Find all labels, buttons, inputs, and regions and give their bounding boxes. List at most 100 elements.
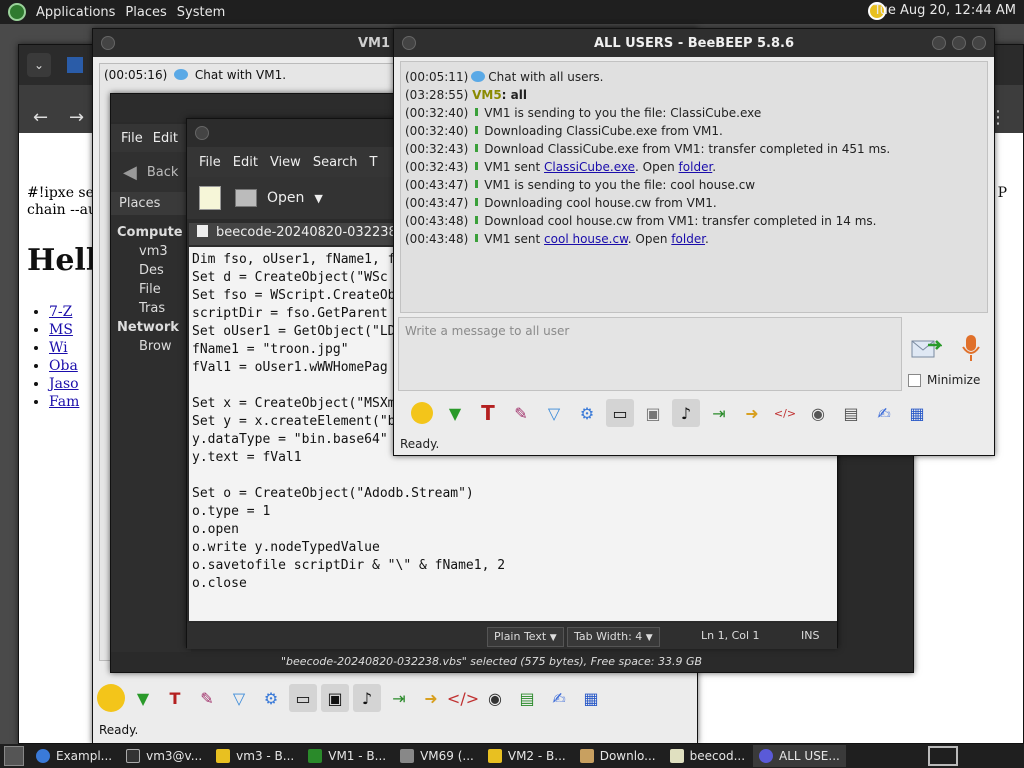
taskbar-item[interactable]: beecod...: [664, 745, 751, 767]
beebeep-titlebar[interactable]: ALL USERS - BeeBEEP 5.8.6: [394, 29, 994, 57]
chat-text: Chat with VM1.: [194, 68, 287, 82]
sidebar-item-filesystem[interactable]: File: [111, 280, 191, 299]
taskbar-item[interactable]: VM69 (...: [394, 745, 480, 767]
workspace-switcher-icon[interactable]: [928, 746, 958, 766]
back-arrow-icon[interactable]: ◀: [123, 162, 137, 183]
page-link[interactable]: Wi: [49, 340, 68, 356]
tab-width-label: Tab Width: 4: [574, 630, 643, 643]
inbox-icon[interactable]: ▭: [606, 399, 634, 427]
taskbar-item-active[interactable]: ALL USE...: [753, 745, 846, 767]
file-link[interactable]: ClassiCube.exe: [544, 160, 635, 174]
user-name[interactable]: VM5: [472, 88, 502, 102]
log-text: .: [712, 160, 717, 174]
menu-view[interactable]: View: [270, 155, 301, 170]
window-menu-icon[interactable]: [402, 36, 416, 50]
filter-icon[interactable]: ▽: [225, 684, 253, 712]
sidebar-item-trash[interactable]: Tras: [111, 299, 191, 318]
back-button-label[interactable]: Back: [147, 165, 179, 180]
sidebar-item-browse-network[interactable]: Brow: [111, 337, 191, 356]
message-input[interactable]: Write a message to all user: [398, 317, 902, 391]
taskbar-item[interactable]: Exampl...: [30, 745, 118, 767]
sidebar-item-desktop[interactable]: Des: [111, 261, 191, 280]
page-link[interactable]: Oba: [49, 358, 78, 374]
music-note-icon[interactable]: ♪: [353, 684, 381, 712]
notes-icon[interactable]: ✍: [545, 684, 573, 712]
checkbox-box[interactable]: [908, 373, 921, 387]
menu-tools[interactable]: T: [369, 155, 377, 170]
clock[interactable]: Tue Aug 20, 12:44 AM: [874, 3, 1016, 18]
forward-arrow-icon[interactable]: →: [69, 107, 84, 128]
show-desktop-icon[interactable]: [4, 746, 24, 766]
emoticon-icon[interactable]: [97, 684, 125, 712]
menu-search[interactable]: Search: [313, 155, 358, 170]
new-document-icon[interactable]: [199, 186, 221, 210]
screenshot-icon[interactable]: ▤: [513, 684, 541, 712]
window-menu-icon[interactable]: [101, 36, 115, 50]
save-icon[interactable]: ▦: [577, 684, 605, 712]
page-link[interactable]: 7-Z: [49, 304, 72, 320]
menu-applications[interactable]: Applications: [36, 5, 115, 20]
chevron-down-icon[interactable]: ▼: [314, 192, 322, 205]
menu-edit[interactable]: Edit: [153, 131, 178, 146]
taskbar-item[interactable]: VM2 - B...: [482, 745, 572, 767]
taskbar-item[interactable]: VM1 - B...: [302, 745, 392, 767]
folder-link[interactable]: folder: [679, 160, 713, 174]
record-icon[interactable]: ◉: [804, 399, 832, 427]
window-menu-icon[interactable]: [195, 126, 209, 140]
distro-logo-icon[interactable]: [8, 3, 26, 21]
image-icon[interactable]: ▣: [639, 399, 667, 427]
screenshot-icon[interactable]: ▤: [837, 399, 865, 427]
menu-edit[interactable]: Edit: [233, 155, 258, 170]
folder-link[interactable]: folder: [671, 232, 705, 246]
page-link[interactable]: Jaso: [49, 376, 79, 392]
font-icon[interactable]: T: [474, 399, 502, 427]
notes-icon[interactable]: ✍: [870, 399, 898, 427]
settings-gear-icon[interactable]: ⚙: [257, 684, 285, 712]
html-icon[interactable]: </>: [771, 399, 799, 427]
sidebar-item-home[interactable]: vm3: [111, 242, 191, 261]
log-text: . Open: [635, 160, 679, 174]
filter-icon[interactable]: ▽: [540, 399, 568, 427]
folder-send-icon[interactable]: ➜: [738, 399, 766, 427]
chevron-down-icon[interactable]: ⌄: [27, 53, 51, 77]
taskbar-item[interactable]: vm3 - B...: [210, 745, 300, 767]
music-note-icon[interactable]: ♪: [672, 399, 700, 427]
taskbar-item[interactable]: vm3@v...: [120, 745, 208, 767]
tab-width-dropdown[interactable]: Tab Width: 4 ▼: [567, 627, 660, 647]
html-icon[interactable]: </>: [447, 684, 479, 712]
send-message-icon[interactable]: [910, 335, 942, 361]
syntax-dropdown[interactable]: Plain Text ▼: [487, 627, 564, 647]
taskbar-item[interactable]: Downlo...: [574, 745, 662, 767]
send-file-icon[interactable]: ⇥: [385, 684, 413, 712]
inbox-icon[interactable]: ▭: [289, 684, 317, 712]
file-link[interactable]: cool house.cw: [544, 232, 628, 246]
close-window-icon[interactable]: [972, 36, 986, 50]
download-green-icon[interactable]: ▼: [441, 399, 469, 427]
open-folder-icon[interactable]: [235, 189, 257, 207]
save-icon[interactable]: ▦: [903, 399, 931, 427]
font-icon[interactable]: T: [161, 684, 189, 712]
open-button[interactable]: Open: [267, 190, 304, 206]
color-icon[interactable]: ✎: [507, 399, 535, 427]
maximize-window-icon[interactable]: [952, 36, 966, 50]
folder-send-icon[interactable]: ➜: [417, 684, 445, 712]
page-link[interactable]: Fam: [49, 394, 79, 410]
settings-gear-icon[interactable]: ⚙: [573, 399, 601, 427]
menu-places[interactable]: Places: [125, 5, 166, 20]
emoticon-icon[interactable]: [408, 399, 436, 427]
minimize-checkbox[interactable]: Minimize: [908, 373, 980, 387]
download-green-icon[interactable]: ▼: [129, 684, 157, 712]
minimize-window-icon[interactable]: [932, 36, 946, 50]
image-icon[interactable]: ▣: [321, 684, 349, 712]
menu-file[interactable]: File: [121, 131, 143, 146]
record-icon[interactable]: ◉: [481, 684, 509, 712]
color-icon[interactable]: ✎: [193, 684, 221, 712]
editor-tab[interactable]: beecode-20240820-032238.vbs: [189, 223, 409, 245]
microphone-icon[interactable]: [960, 333, 982, 363]
menu-system[interactable]: System: [177, 5, 225, 20]
send-file-icon[interactable]: ⇥: [705, 399, 733, 427]
places-header[interactable]: Places: [111, 192, 191, 215]
menu-file[interactable]: File: [199, 155, 221, 170]
back-arrow-icon[interactable]: ←: [33, 107, 48, 128]
page-link[interactable]: MS: [49, 322, 73, 338]
